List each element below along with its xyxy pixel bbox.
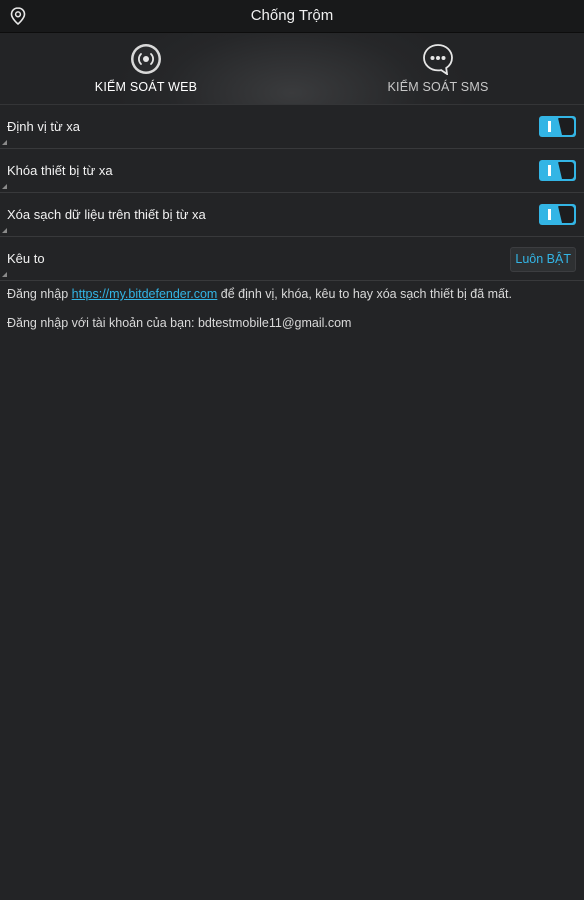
toggle-knob [558,206,574,223]
corner-indicator-icon [2,184,7,189]
toggle-on-bar [548,165,551,176]
toggle-on-bar [548,209,551,220]
setting-row-remote-lock: Khóa thiết bị từ xa [0,149,584,193]
scream-mode-button[interactable]: Luôn BẬT [510,247,576,272]
corner-indicator-icon [2,272,7,277]
setting-label: Kêu to [7,251,45,266]
remote-locate-toggle[interactable] [539,116,576,137]
toggle-on-bar [548,121,551,132]
remote-lock-toggle[interactable] [539,160,576,181]
account-info: Đăng nhập với tài khoản của bạn: bdtestm… [7,316,352,330]
login-instructions: Đăng nhập https://my.bitdefender.com để … [7,287,512,301]
broadcast-icon [131,44,161,74]
setting-row-remote-wipe: Xóa sạch dữ liệu trên thiết bị từ xa [0,193,584,237]
tab-bar: KIỂM SOÁT WEB KIỂM SOÁT SMS [0,33,584,105]
login-prefix: Đăng nhập [7,287,72,301]
toggle-knob [558,162,574,179]
setting-label: Định vị từ xa [7,119,81,134]
corner-indicator-icon [2,228,7,233]
title-bar: Chống Trộm [0,0,584,33]
tab-web-control[interactable]: KIỂM SOÁT WEB [0,33,292,104]
tab-sms-control[interactable]: KIỂM SOÁT SMS [292,33,584,104]
tab-web-control-label: KIỂM SOÁT WEB [94,80,198,94]
corner-indicator-icon [2,140,7,145]
setting-row-scream: Kêu to Luôn BẬT [0,237,584,281]
login-suffix: để định vị, khóa, kêu to hay xóa sạch th… [217,287,512,301]
bitdefender-link[interactable]: https://my.bitdefender.com [72,287,218,301]
chat-bubble-icon [423,44,453,75]
page-title: Chống Trộm [250,7,334,24]
setting-row-remote-locate: Định vị từ xa [0,105,584,149]
toggle-knob [558,118,574,135]
remote-wipe-toggle[interactable] [539,204,576,225]
setting-label: Xóa sạch dữ liệu trên thiết bị từ xa [7,207,206,222]
tab-sms-control-label: KIỂM SOÁT SMS [387,80,489,94]
setting-label: Khóa thiết bị từ xa [7,163,113,178]
